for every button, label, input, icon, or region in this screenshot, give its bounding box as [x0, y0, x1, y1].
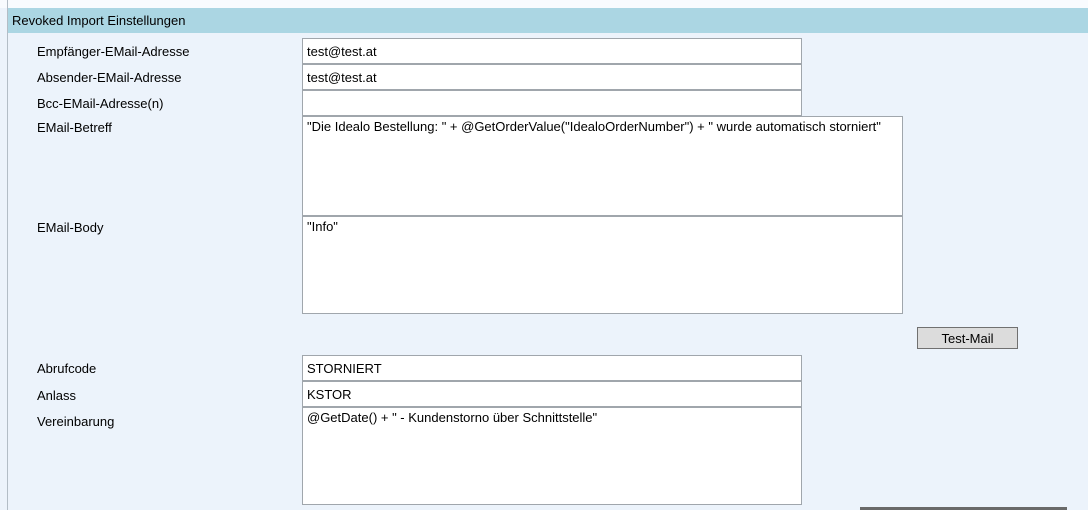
anlass-input[interactable]: [302, 381, 802, 407]
test-mail-button[interactable]: Test-Mail: [917, 327, 1018, 349]
absender-email-input[interactable]: [302, 64, 802, 90]
section-header: Revoked Import Einstellungen: [8, 8, 1088, 33]
abrufcode-input[interactable]: [302, 355, 802, 381]
field-label-empfaenger-email: Empfänger-EMail-Adresse: [37, 44, 189, 59]
email-betreff-textarea[interactable]: "Die Idealo Bestellung: " + @GetOrderVal…: [302, 116, 903, 216]
field-label-absender-email: Absender-EMail-Adresse: [37, 70, 182, 85]
field-label-anlass: Anlass: [37, 388, 76, 403]
field-label-email-body: EMail-Body: [37, 220, 103, 235]
section-title: Revoked Import Einstellungen: [12, 13, 185, 28]
panel-left-border: [7, 0, 8, 510]
bcc-email-input[interactable]: [302, 90, 802, 116]
empfaenger-email-input[interactable]: [302, 38, 802, 64]
email-body-textarea[interactable]: "Info": [302, 216, 903, 314]
field-label-bcc-email: Bcc-EMail-Adresse(n): [37, 96, 163, 111]
field-label-abrufcode: Abrufcode: [37, 361, 96, 376]
vereinbarung-textarea[interactable]: @GetDate() + " - Kundenstorno über Schni…: [302, 407, 802, 505]
field-label-vereinbarung: Vereinbarung: [37, 414, 114, 429]
top-strip: [0, 0, 1088, 8]
field-label-email-betreff: EMail-Betreff: [37, 120, 112, 135]
